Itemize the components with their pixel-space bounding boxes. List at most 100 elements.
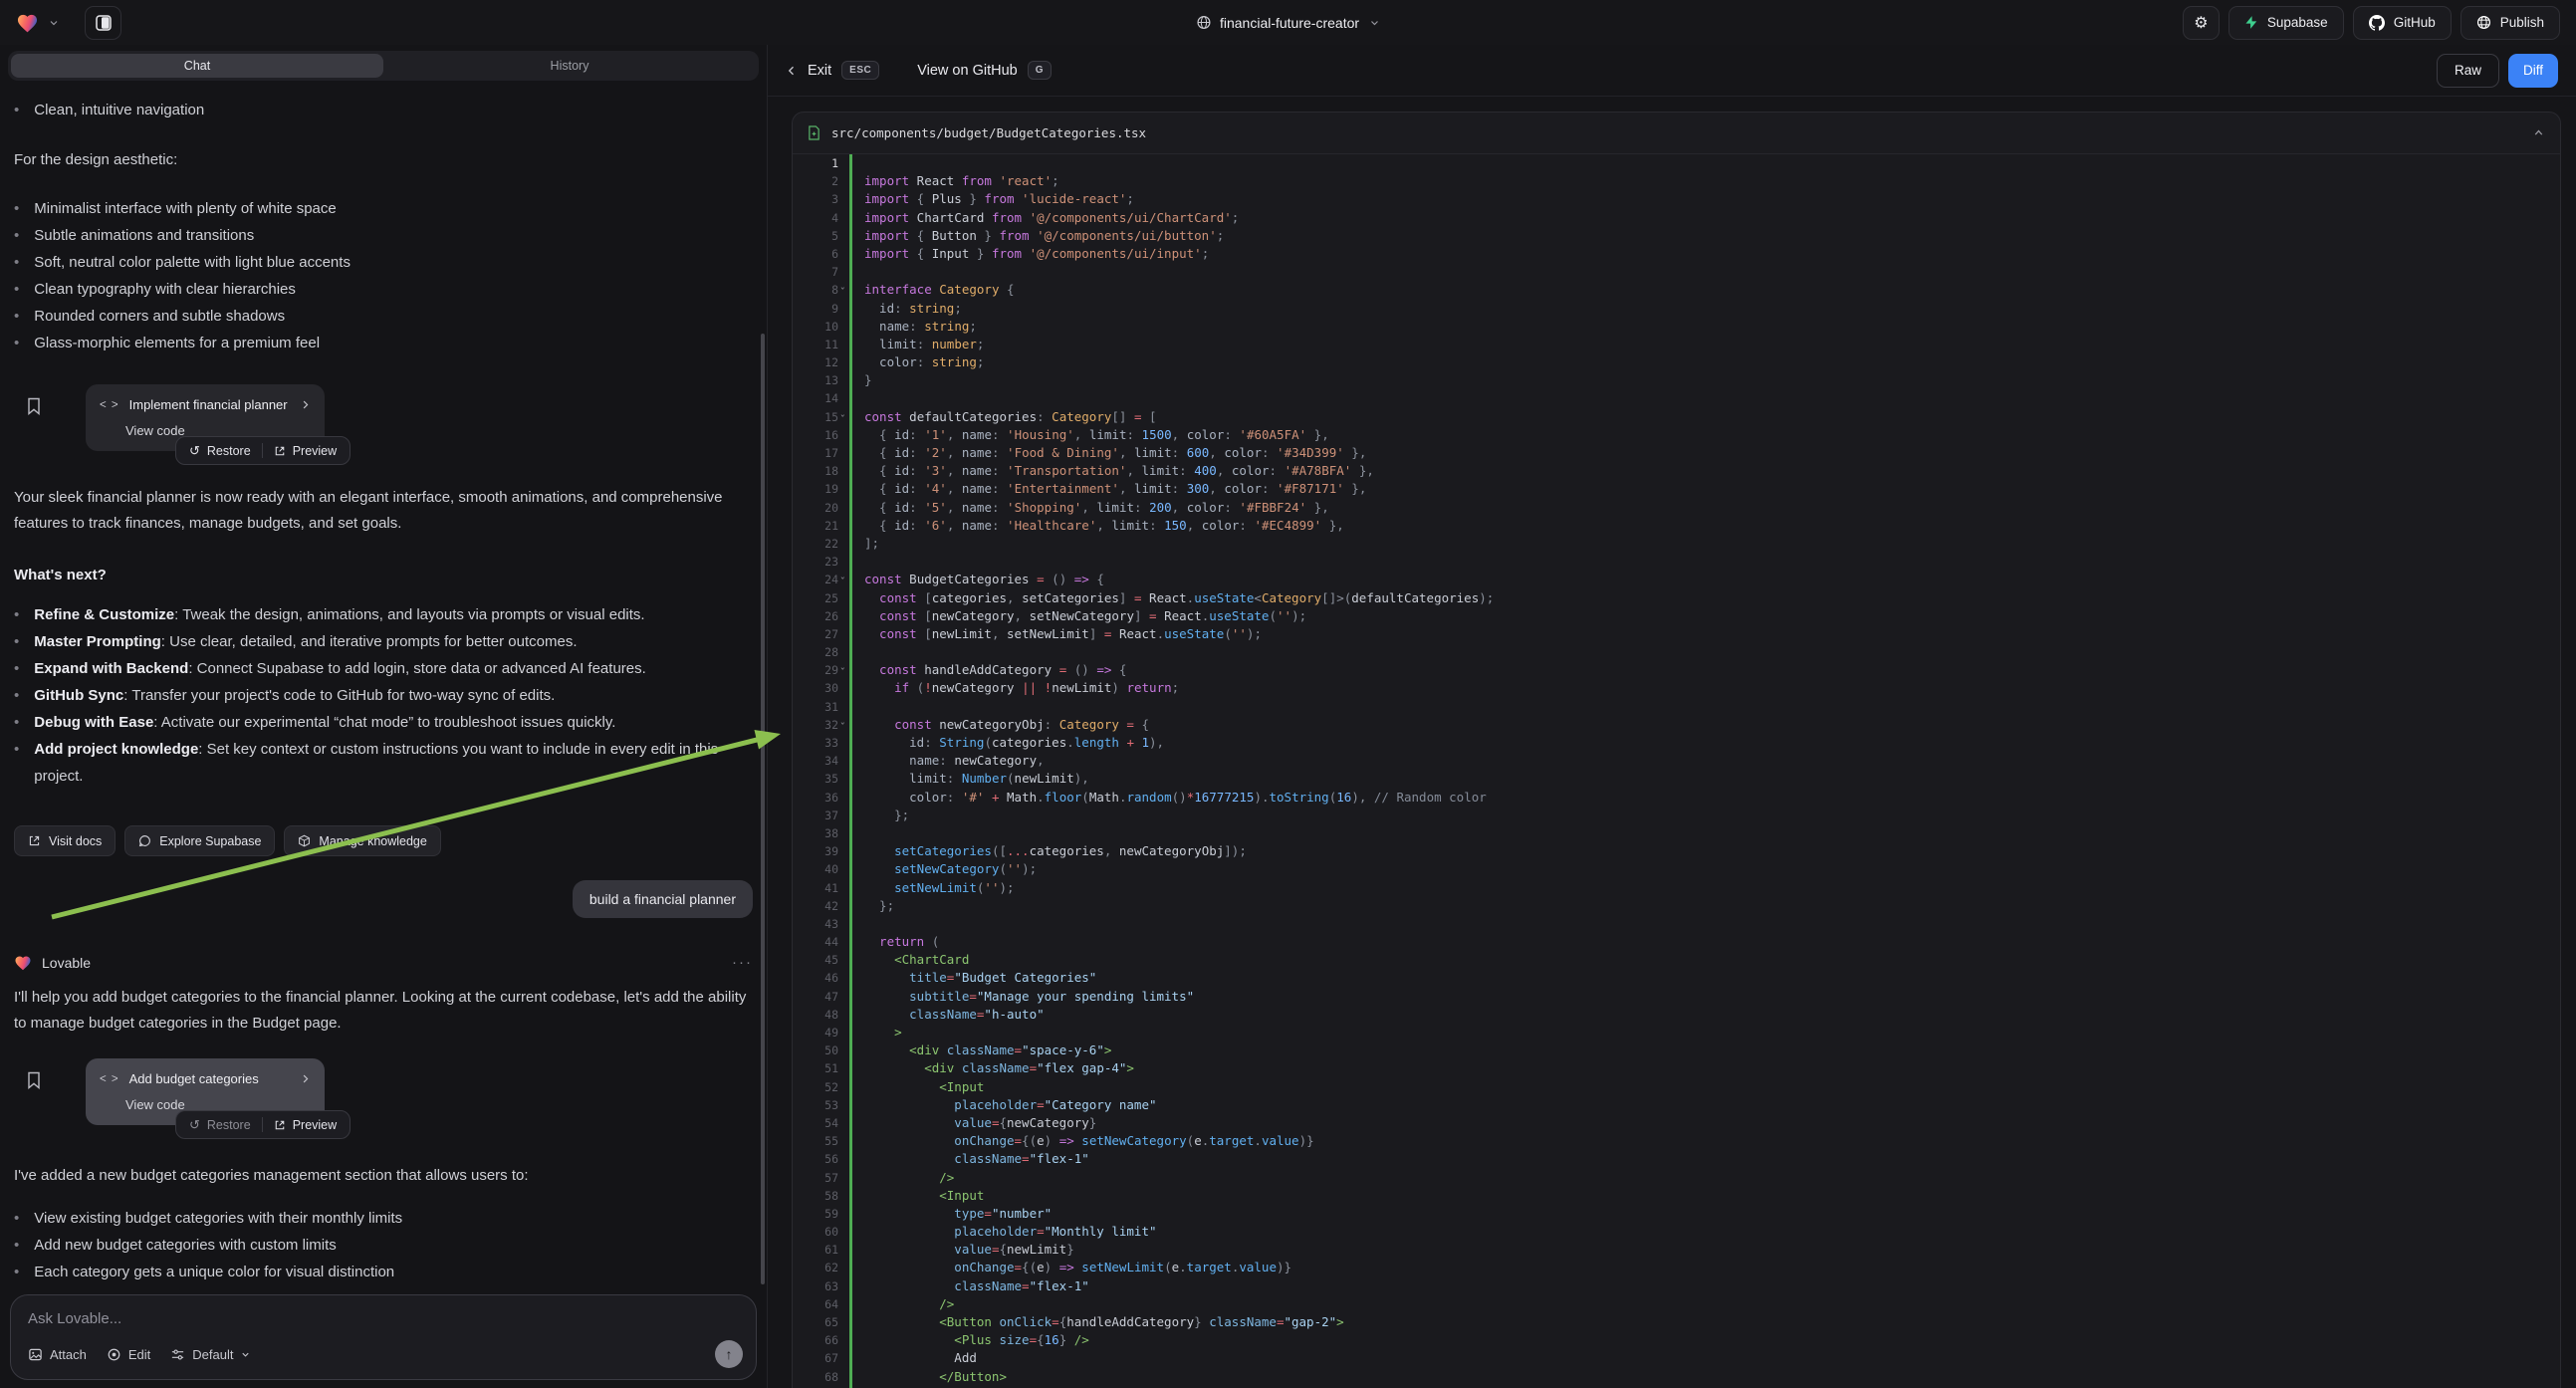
code-line: 51 <div className="flex gap-4"> [793,1059,2560,1077]
user-message: build a financial planner [573,880,753,918]
code-line: 9 id: string; [793,300,2560,318]
version-card-row: < > Add budget categories View code ↺Res… [14,1058,753,1125]
send-button[interactable]: ↑ [715,1340,743,1368]
file-header[interactable]: src/components/budget/BudgetCategories.t… [793,113,2560,154]
code-line: 27 const [newLimit, setNewLimit] = React… [793,625,2560,643]
preview-button[interactable]: Preview [274,444,337,458]
publish-button[interactable]: Publish [2460,6,2560,40]
code-line: 4import ChartCard from '@/components/ui/… [793,209,2560,227]
chat-input[interactable]: Ask Lovable... [28,1310,739,1327]
code-line: 40 setNewCategory(''); [793,860,2560,878]
visit-docs-button[interactable]: Visit docs [14,825,116,856]
bookmark-icon[interactable] [26,1071,42,1089]
line-number: 17 [793,444,838,462]
sliders-icon [170,1347,185,1362]
esc-key-badge: ESC [841,61,879,80]
ready-text: Your sleek financial planner is now read… [14,485,753,537]
code-line: 32ˇ const newCategoryObj: Category = { [793,716,2560,734]
settings-button[interactable]: ⚙ [2183,6,2220,40]
external-link-icon [274,445,286,457]
line-number: 7 [793,263,838,281]
line-number: 19 [793,480,838,498]
line-number: 55 [793,1132,838,1150]
line-number: 47 [793,988,838,1006]
line-number: 38 [793,824,838,842]
version-card-row: < > Implement financial planner View cod… [14,384,753,451]
code-line: 61 value={newLimit} [793,1241,2560,1259]
code-line: 22]; [793,535,2560,553]
manage-knowledge-button[interactable]: Manage knowledge [284,825,440,856]
file-path: src/components/budget/BudgetCategories.t… [831,125,1146,140]
tab-chat[interactable]: Chat [11,54,383,78]
code-line: 63 className="flex-1" [793,1277,2560,1295]
topbar: financial-future-creator ⚙ Supabase GitH… [0,0,2576,45]
edit-button[interactable]: Edit [107,1347,150,1362]
line-number: 15 [793,408,838,426]
list-item: •Expand with Backend: Connect Supabase t… [14,655,753,682]
list-item: •Soft, neutral color palette with light … [14,249,753,276]
code-line: 12 color: string; [793,353,2560,371]
message-more-icon[interactable]: ··· [732,954,753,971]
chat-composer[interactable]: Ask Lovable... Attach Edit [10,1294,757,1380]
exit-button[interactable]: Exit ESC [786,61,879,80]
project-name: financial-future-creator [1220,15,1359,31]
list-item: •Clean, intuitive navigation [14,97,753,123]
line-number: 63 [793,1277,838,1295]
line-number: 60 [793,1223,838,1241]
code-viewer[interactable]: 12import React from 'react';3import { Pl… [793,154,2560,1388]
code-line: 20 { id: '5', name: 'Shopping', limit: 2… [793,499,2560,517]
code-line: 8ˇinterface Category { [793,281,2560,299]
view-on-github-button[interactable]: View on GitHub G [917,61,1052,80]
line-number: 12 [793,353,838,371]
raw-toggle-button[interactable]: Raw [2437,54,2499,88]
assistant-header: Lovable ··· [14,954,753,971]
project-switcher[interactable]: financial-future-creator [1196,0,1380,45]
diff-toggle-button[interactable]: Diff [2508,54,2558,88]
code-line: 15ˇconst defaultCategories: Category[] =… [793,408,2560,426]
bookmark-icon[interactable] [26,397,42,415]
sidebar-toggle-button[interactable] [85,6,121,40]
code-line: 36 color: '#' + Math.floor(Math.random()… [793,789,2560,807]
github-button[interactable]: GitHub [2353,6,2452,40]
list-item: •Subtle animations and transitions [14,222,753,249]
code-line: 28 [793,643,2560,661]
list-item: •Refine & Customize: Tweak the design, a… [14,601,753,628]
list-item: •Add project knowledge: Set key context … [14,736,753,790]
supabase-button[interactable]: Supabase [2228,6,2344,40]
help-text: I'll help you add budget categories to t… [14,985,753,1037]
line-number: 21 [793,517,838,535]
restore-button[interactable]: ↺Restore [189,443,251,459]
chat-scrollbar[interactable] [761,334,765,1284]
code-line: 7 [793,263,2560,281]
code-line: 59 type="number" [793,1205,2560,1223]
code-line: 29ˇ const handleAddCategory = () => { [793,661,2560,679]
explore-supabase-button[interactable]: Explore Supabase [124,825,275,856]
code-line: 55 onChange={(e) => setNewCategory(e.tar… [793,1132,2560,1150]
package-icon [298,834,311,847]
code-line: 53 placeholder="Category name" [793,1096,2560,1114]
workspace-chevron-down-icon[interactable] [48,17,60,29]
line-number: 8 [793,281,838,299]
preview-button[interactable]: Preview [274,1118,337,1132]
code-line: 39 setCategories([...categories, newCate… [793,842,2560,860]
attach-button[interactable]: Attach [28,1347,87,1362]
whats-next-heading: What's next? [14,563,753,588]
tab-history[interactable]: History [383,54,756,78]
code-line: 18 { id: '3', name: 'Transportation', li… [793,462,2560,480]
code-line: 19 { id: '4', name: 'Entertainment', lim… [793,480,2560,498]
line-number: 53 [793,1096,838,1114]
line-number: 65 [793,1313,838,1331]
line-number: 23 [793,553,838,571]
restore-button[interactable]: ↺Restore [189,1117,251,1133]
code-line: 43 [793,915,2560,933]
line-number: 4 [793,209,838,227]
collapse-chevron-up-icon[interactable] [2532,126,2545,139]
line-number: 39 [793,842,838,860]
line-number: 16 [793,426,838,444]
code-line: 2import React from 'react'; [793,172,2560,190]
code-line: 47 subtitle="Manage your spending limits… [793,988,2560,1006]
mode-select[interactable]: Default [170,1347,251,1362]
list-item: •Add new budget categories with custom l… [14,1232,753,1259]
supabase-icon [2244,15,2258,30]
lovable-logo-icon[interactable] [16,12,39,33]
